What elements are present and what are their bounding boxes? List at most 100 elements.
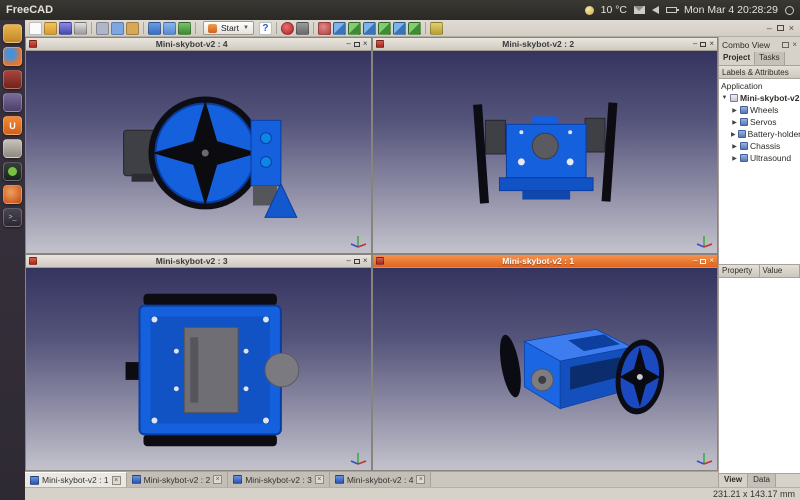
part-icon <box>740 142 748 150</box>
rear-view-icon[interactable] <box>393 22 406 35</box>
robot-top-view-canvas[interactable] <box>26 268 371 470</box>
chevron-right-icon[interactable]: ▶ <box>731 107 738 114</box>
maximize-icon[interactable] <box>700 259 706 264</box>
mdi-tab-3[interactable]: Mini-skybot-v2 : 3 × <box>228 472 330 487</box>
property-table-body[interactable] <box>719 278 800 473</box>
maximize-icon[interactable] <box>354 42 360 47</box>
open-file-icon[interactable] <box>44 22 57 35</box>
minimize-icon[interactable]: – <box>693 40 697 48</box>
close-icon[interactable]: × <box>363 257 368 265</box>
launcher-files-icon[interactable] <box>3 24 22 43</box>
viewport-front[interactable] <box>26 51 371 253</box>
tab-view[interactable]: View <box>719 474 748 487</box>
temperature-indicator[interactable]: 10 °C <box>601 4 627 16</box>
robot-rear-view-canvas[interactable] <box>373 51 718 253</box>
close-icon[interactable]: × <box>213 475 222 484</box>
tree-item-chassis[interactable]: ▶ Chassis <box>719 140 800 152</box>
tab-project[interactable]: Project <box>719 52 755 65</box>
whatsthis-icon[interactable]: ? <box>259 22 272 35</box>
tree-item-wheels[interactable]: ▶ Wheels <box>719 104 800 116</box>
clock-indicator[interactable]: Mon Mar 4 20:28:29 <box>684 4 778 16</box>
launcher-ubuntu-one-icon[interactable]: U <box>3 116 22 135</box>
launcher-videos-icon[interactable] <box>3 162 22 181</box>
close-icon[interactable]: × <box>315 475 324 484</box>
mdi-tab-4[interactable]: Mini-skybot-v2 : 4 × <box>330 472 432 487</box>
close-icon[interactable]: × <box>416 475 425 484</box>
value-column-header[interactable]: Value <box>760 265 800 278</box>
right-view-icon[interactable] <box>378 22 391 35</box>
tree-item-battery-holder[interactable]: ▶ Battery-holder <box>719 128 800 140</box>
close-icon[interactable]: × <box>792 41 797 49</box>
redo-icon[interactable] <box>163 22 176 35</box>
tab-tasks[interactable]: Tasks <box>755 52 784 65</box>
launcher-terminal-icon[interactable]: >_ <box>3 208 22 227</box>
bottom-view-icon[interactable] <box>408 22 421 35</box>
print-icon[interactable] <box>74 22 87 35</box>
top-view-icon[interactable] <box>363 22 376 35</box>
maximize-icon[interactable] <box>700 42 706 47</box>
measure-distance-icon[interactable] <box>430 22 443 35</box>
tree-item-ultrasound[interactable]: ▶ Ultrasound <box>719 152 800 164</box>
isometric-view-icon[interactable] <box>333 22 346 35</box>
front-view-icon[interactable] <box>348 22 361 35</box>
close-icon[interactable]: × <box>363 40 368 48</box>
session-icon[interactable] <box>785 6 794 15</box>
property-column-header[interactable]: Property <box>719 265 760 278</box>
cut-icon[interactable] <box>96 22 109 35</box>
chevron-right-icon[interactable]: ▶ <box>731 143 738 150</box>
launcher-libreoffice-icon[interactable] <box>3 93 22 112</box>
minimize-icon[interactable]: – <box>346 257 350 265</box>
chevron-right-icon[interactable]: ▶ <box>731 155 738 162</box>
launcher-software-center-icon[interactable] <box>3 185 22 204</box>
maximize-icon[interactable] <box>354 259 360 264</box>
save-icon[interactable] <box>59 22 72 35</box>
close-icon[interactable]: × <box>709 40 714 48</box>
launcher-firefox-icon[interactable] <box>3 47 22 66</box>
tree-item-servos[interactable]: ▶ Servos <box>719 116 800 128</box>
chevron-down-icon[interactable]: ▼ <box>721 95 728 101</box>
battery-icon[interactable] <box>666 7 677 13</box>
axis-cross-icon <box>695 232 713 250</box>
combo-view-titlebar[interactable]: Combo View × <box>719 37 800 52</box>
chevron-right-icon[interactable]: ▶ <box>731 131 736 138</box>
viewport-isometric[interactable] <box>373 268 718 470</box>
float-panel-icon[interactable] <box>782 42 789 48</box>
window-titlebar[interactable]: Mini-skybot-v2 : 3 – × <box>26 255 371 268</box>
weather-icon[interactable] <box>585 6 594 15</box>
close-icon[interactable]: × <box>709 257 714 265</box>
launcher-settings-icon[interactable] <box>3 139 22 158</box>
minimize-icon[interactable]: – <box>693 257 697 265</box>
copy-icon[interactable] <box>111 22 124 35</box>
refresh-icon[interactable] <box>178 22 191 35</box>
close-icon[interactable]: × <box>789 24 794 33</box>
window-titlebar[interactable]: Mini-skybot-v2 : 1 – × <box>373 255 718 268</box>
new-file-icon[interactable] <box>29 22 42 35</box>
fit-all-icon[interactable] <box>318 22 331 35</box>
viewport-grid: Mini-skybot-v2 : 4 – × <box>25 37 718 471</box>
sound-icon[interactable] <box>652 6 659 14</box>
macro-execute-icon[interactable] <box>296 22 309 35</box>
mdi-tab-1[interactable]: Mini-skybot-v2 : 1 × <box>25 472 127 487</box>
messages-icon[interactable] <box>634 6 645 14</box>
close-icon[interactable]: × <box>112 476 121 485</box>
minimize-icon[interactable]: – <box>767 24 772 33</box>
part-icon <box>738 130 746 138</box>
restore-icon[interactable] <box>777 25 784 31</box>
window-titlebar[interactable]: Mini-skybot-v2 : 4 – × <box>26 38 371 51</box>
tree-item-document[interactable]: ▼ Mini-skybot-v2 <box>719 92 800 104</box>
macro-record-icon[interactable] <box>281 22 294 35</box>
minimize-icon[interactable]: – <box>346 40 350 48</box>
viewport-rear[interactable] <box>373 51 718 253</box>
launcher-rhythmbox-icon[interactable] <box>3 70 22 89</box>
viewport-top[interactable] <box>26 268 371 470</box>
chevron-right-icon[interactable]: ▶ <box>731 119 738 126</box>
paste-icon[interactable] <box>126 22 139 35</box>
window-titlebar[interactable]: Mini-skybot-v2 : 2 – × <box>373 38 718 51</box>
tree-item-application[interactable]: Application <box>719 80 800 92</box>
undo-icon[interactable] <box>148 22 161 35</box>
workbench-selector[interactable]: Start ▼ <box>203 21 254 35</box>
robot-front-view-canvas[interactable] <box>26 51 371 253</box>
robot-isometric-view-canvas[interactable] <box>373 268 718 470</box>
tab-data[interactable]: Data <box>748 474 776 487</box>
mdi-tab-2[interactable]: Mini-skybot-v2 : 2 × <box>127 472 229 487</box>
